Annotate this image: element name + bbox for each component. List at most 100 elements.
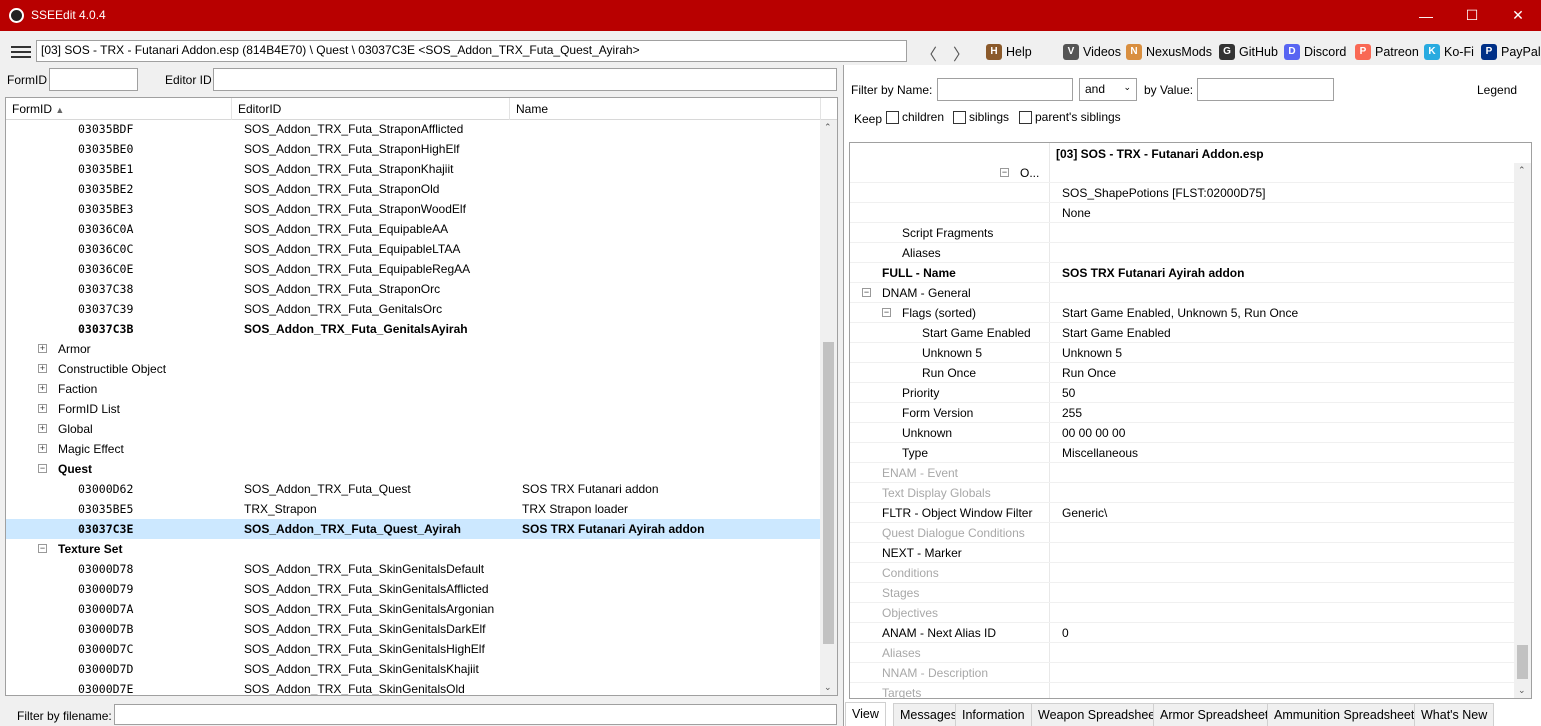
record-field-row[interactable]: ENAM - Event <box>850 463 1515 483</box>
tab-armor-spreadsheet[interactable]: Armor Spreadsheet <box>1153 703 1276 726</box>
collapse-icon[interactable]: − <box>882 308 891 317</box>
expand-icon[interactable]: + <box>38 404 47 413</box>
editorid-input[interactable] <box>213 68 837 91</box>
scroll-down-icon[interactable]: ⌄ <box>824 682 832 693</box>
collapse-icon[interactable]: − <box>38 544 47 553</box>
tree-record-row[interactable]: 03037C38 SOS_Addon_TRX_Futa_StraponOrc <box>6 279 821 299</box>
record-field-row[interactable]: Text Display Globals <box>850 483 1515 503</box>
expand-icon[interactable]: + <box>38 384 47 393</box>
keep-parents-siblings-checkbox[interactable]: parent's siblings <box>1019 110 1121 125</box>
tab-messages[interactable]: Messages <box>893 703 964 726</box>
by-value-input[interactable] <box>1197 78 1334 101</box>
record-field-row[interactable]: Targets <box>850 683 1515 698</box>
tree-group-quest[interactable]: − Quest <box>6 459 821 479</box>
tree-group-texture-set[interactable]: − Texture Set <box>6 539 821 559</box>
record-field-row[interactable]: Quest Dialogue Conditions <box>850 523 1515 543</box>
record-view[interactable]: [03] SOS - TRX - Futanari Addon.esp − O..… <box>849 142 1532 699</box>
tree-record-row[interactable]: 03000D7D SOS_Addon_TRX_Futa_SkinGenitalsK… <box>6 659 821 679</box>
column-name[interactable]: Name <box>510 98 821 120</box>
record-field-row[interactable]: Objectives <box>850 603 1515 623</box>
tree-record-row[interactable]: 03037C3B SOS_Addon_TRX_Futa_GenitalsAyira… <box>6 319 821 339</box>
tree-record-row[interactable]: 03036C0E SOS_Addon_TRX_Futa_EquipableRegA… <box>6 259 821 279</box>
record-field-row[interactable]: NEXT - Marker <box>850 543 1515 563</box>
record-field-row[interactable]: FULL - Name SOS TRX Futanari Ayirah addon <box>850 263 1515 283</box>
tree-record-row[interactable]: 03000D79 SOS_Addon_TRX_Futa_SkinGenitalsA… <box>6 579 821 599</box>
scroll-down-icon[interactable]: ⌄ <box>1518 685 1526 696</box>
record-field-row[interactable]: Stages <box>850 583 1515 603</box>
tree-record-row[interactable]: 03000D7C SOS_Addon_TRX_Futa_SkinGenitalsH… <box>6 639 821 659</box>
expand-icon[interactable]: + <box>38 424 47 433</box>
expand-icon[interactable]: + <box>38 344 47 353</box>
record-field-row[interactable]: − Flags (sorted) Start Game Enabled, Unkno… <box>850 303 1515 323</box>
tree-group-faction[interactable]: + Faction <box>6 379 821 399</box>
record-field-row[interactable]: Run Once Run Once <box>850 363 1515 383</box>
tree-group-formid-list[interactable]: + FormID List <box>6 399 821 419</box>
collapse-icon[interactable]: − <box>862 288 871 297</box>
collapse-icon[interactable]: − <box>1000 168 1009 177</box>
keep-children-checkbox[interactable]: children <box>886 110 944 125</box>
filter-filename-input[interactable] <box>114 704 837 725</box>
keep-siblings-checkbox[interactable]: siblings <box>953 110 1009 125</box>
back-arrow-icon[interactable]: 〈 <box>921 41 937 65</box>
discord-link[interactable]: D Discord <box>1284 44 1346 60</box>
record-field-row[interactable]: − DNAM - General <box>850 283 1515 303</box>
kofi-link[interactable]: K Ko-Fi <box>1424 44 1474 60</box>
record-field-row[interactable]: Conditions <box>850 563 1515 583</box>
record-field-row[interactable]: Unknown 00 00 00 00 <box>850 423 1515 443</box>
record-field-row[interactable]: NNAM - Description <box>850 663 1515 683</box>
collapse-icon[interactable]: − <box>38 464 47 473</box>
record-field-row[interactable]: ANAM - Next Alias ID 0 <box>850 623 1515 643</box>
tab-what-s-new[interactable]: What's New <box>1414 703 1495 726</box>
tree-record-row[interactable]: 03035BDF SOS_Addon_TRX_Futa_StraponAfflic… <box>6 119 821 139</box>
record-field-row[interactable]: − O... <box>850 163 1515 183</box>
tree-group-armor[interactable]: + Armor <box>6 339 821 359</box>
scroll-thumb[interactable] <box>823 342 834 644</box>
patreon-link[interactable]: P Patreon <box>1355 44 1419 60</box>
minimize-button[interactable]: — <box>1403 0 1449 31</box>
help-link[interactable]: H Help <box>986 44 1032 60</box>
tree-group-magic-effect[interactable]: + Magic Effect <box>6 439 821 459</box>
record-tree[interactable]: FormID ▲ EditorID Name 03035BDF SOS_Addon… <box>5 97 838 696</box>
nexusmods-link[interactable]: N NexusMods <box>1126 44 1212 60</box>
tab-view[interactable]: View <box>845 702 886 726</box>
record-field-row[interactable]: Aliases <box>850 643 1515 663</box>
tree-record-row[interactable]: 03037C39 SOS_Addon_TRX_Futa_GenitalsOrc <box>6 299 821 319</box>
menu-icon[interactable] <box>11 46 31 61</box>
tab-ammunition-spreadsheet[interactable]: Ammunition Spreadsheet <box>1267 703 1422 726</box>
tree-record-row[interactable]: 03035BE3 SOS_Addon_TRX_Futa_StraponWoodEl… <box>6 199 821 219</box>
legend-button[interactable]: Legend <box>1477 83 1517 97</box>
record-field-row[interactable]: None <box>850 203 1515 223</box>
tree-record-row[interactable]: 03000D7B SOS_Addon_TRX_Futa_SkinGenitalsD… <box>6 619 821 639</box>
column-editorid[interactable]: EditorID <box>232 98 510 120</box>
close-button[interactable]: ✕ <box>1495 0 1541 31</box>
operator-select[interactable]: and ⌄ <box>1079 78 1137 101</box>
tab-information[interactable]: Information <box>955 703 1032 726</box>
record-field-row[interactable]: Script Fragments <box>850 223 1515 243</box>
record-scrollbar[interactable]: ⌃ ⌄ <box>1514 163 1531 698</box>
tree-record-row[interactable]: 03035BE0 SOS_Addon_TRX_Futa_StraponHighEl… <box>6 139 821 159</box>
tree-record-row[interactable]: 03037C3E SOS_Addon_TRX_Futa_Quest_Ayirah S… <box>6 519 821 539</box>
formid-input[interactable] <box>49 68 138 91</box>
record-field-row[interactable]: SOS_ShapePotions [FLST:02000D75] <box>850 183 1515 203</box>
record-field-row[interactable]: Aliases <box>850 243 1515 263</box>
videos-link[interactable]: V Videos <box>1063 44 1121 60</box>
expand-icon[interactable]: + <box>38 444 47 453</box>
record-field-row[interactable]: Priority 50 <box>850 383 1515 403</box>
column-formid[interactable]: FormID ▲ <box>6 98 232 120</box>
path-field[interactable]: [03] SOS - TRX - Futanari Addon.esp (814… <box>36 40 907 62</box>
tree-record-row[interactable]: 03000D7E SOS_Addon_TRX_Futa_SkinGenitalsO… <box>6 679 821 695</box>
record-field-row[interactable]: FLTR - Object Window Filter Generic\ <box>850 503 1515 523</box>
scroll-up-icon[interactable]: ⌃ <box>824 122 832 133</box>
expand-icon[interactable]: + <box>38 364 47 373</box>
tree-record-row[interactable]: 03036C0A SOS_Addon_TRX_Futa_EquipableAA <box>6 219 821 239</box>
filter-name-input[interactable] <box>937 78 1073 101</box>
maximize-button[interactable]: ☐ <box>1449 0 1495 31</box>
record-field-row[interactable]: Unknown 5 Unknown 5 <box>850 343 1515 363</box>
tree-record-row[interactable]: 03035BE5 TRX_Strapon TRX Strapon loader <box>6 499 821 519</box>
tree-record-row[interactable]: 03035BE2 SOS_Addon_TRX_Futa_StraponOld <box>6 179 821 199</box>
forward-arrow-icon[interactable]: 〉 <box>953 41 969 65</box>
record-field-row[interactable]: Type Miscellaneous <box>850 443 1515 463</box>
tree-record-row[interactable]: 03000D78 SOS_Addon_TRX_Futa_SkinGenitalsD… <box>6 559 821 579</box>
record-field-row[interactable]: Form Version 255 <box>850 403 1515 423</box>
tree-record-row[interactable]: 03036C0C SOS_Addon_TRX_Futa_EquipableLTAA <box>6 239 821 259</box>
